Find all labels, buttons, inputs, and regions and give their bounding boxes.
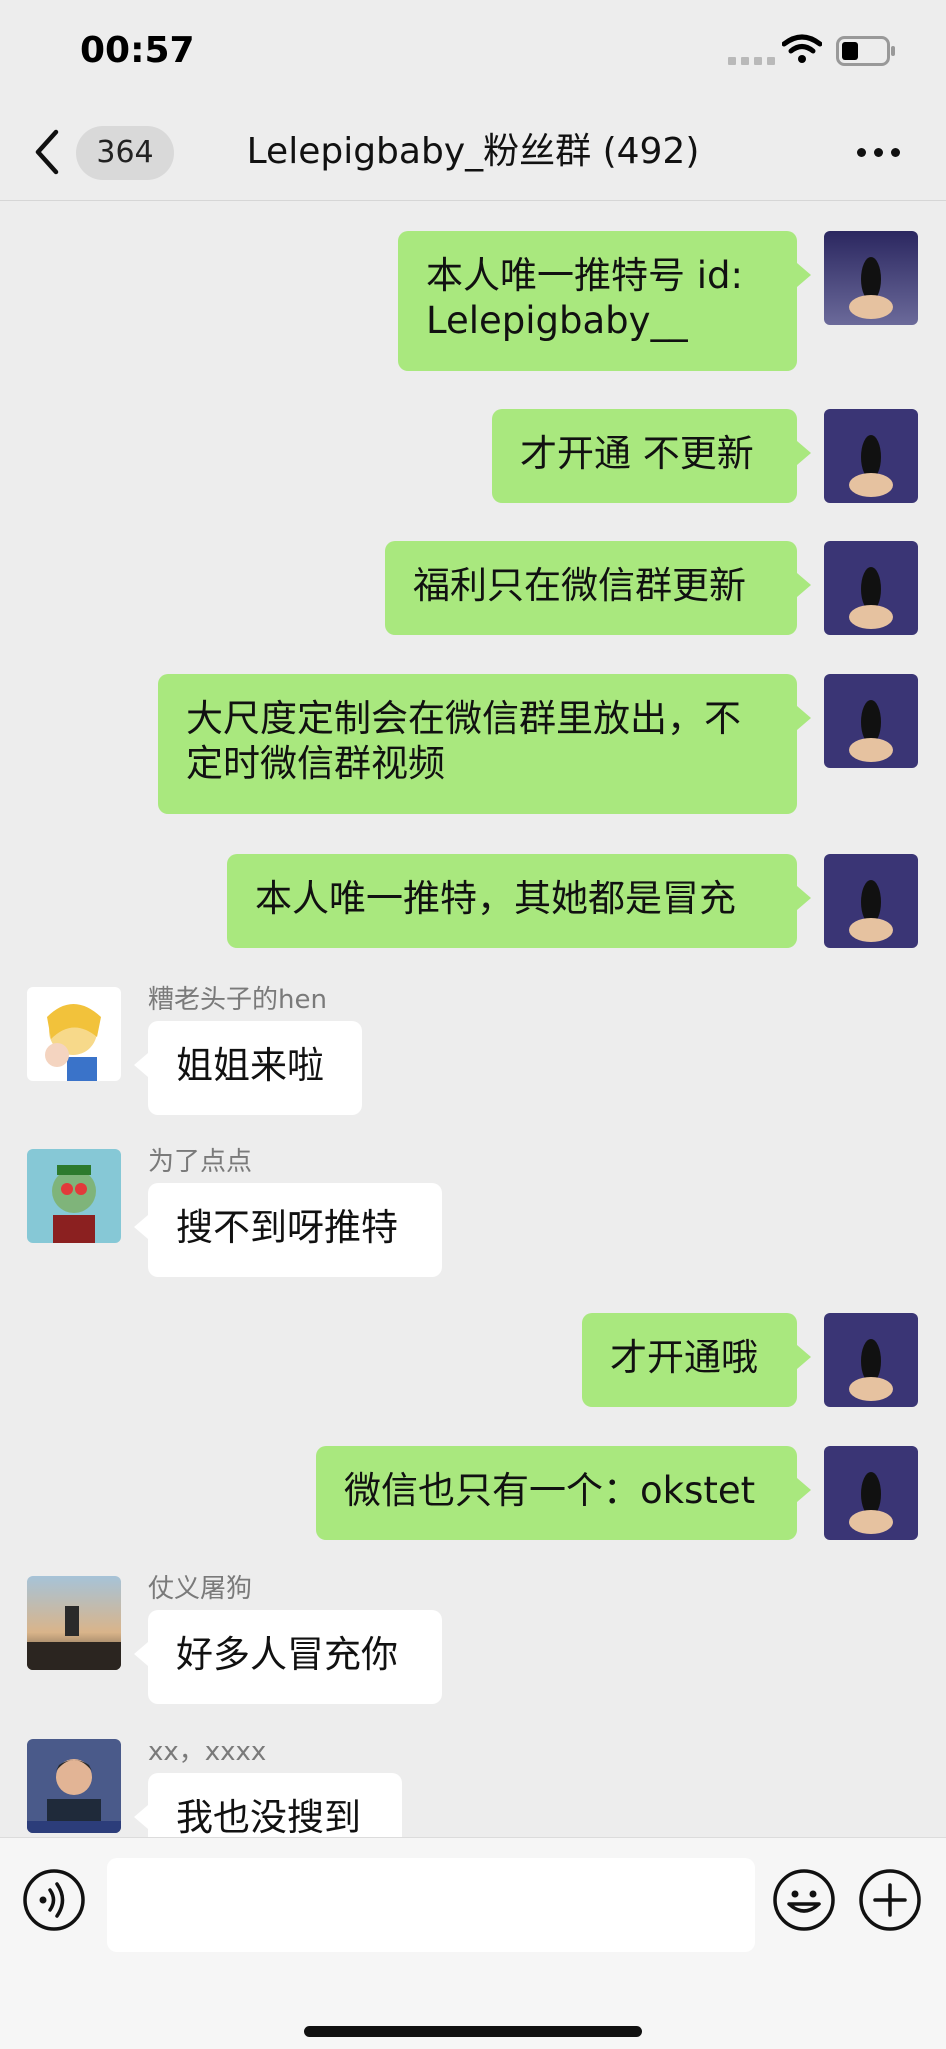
input-bar (0, 1837, 946, 2049)
my-avatar[interactable] (824, 231, 918, 325)
message-bubble[interactable]: 大尺度定制会在微信群里放出，不 定时微信群视频 (158, 674, 811, 814)
my-avatar[interactable] (824, 541, 918, 635)
message-bubble[interactable]: 福利只在微信群更新 (385, 541, 811, 635)
unread-count-badge[interactable]: 364 (76, 126, 174, 180)
sender-name: 仗义屠狗 (148, 1574, 253, 1604)
message-bubble[interactable]: 好多人冒充你 (134, 1610, 442, 1704)
sender-name: xx，xxxx (148, 1737, 267, 1767)
message-bubble[interactable]: 才开通 不更新 (492, 409, 811, 503)
sender-avatar[interactable] (27, 1576, 121, 1670)
my-avatar[interactable] (824, 854, 918, 948)
wifi-icon (782, 34, 822, 63)
message-text: 我也没搜到 (176, 1796, 361, 1837)
message-bubble[interactable]: 本人唯一推特号 id: Lelepigbaby__ (398, 231, 811, 371)
more-icon[interactable] (857, 148, 900, 157)
cellular-signal-icon (728, 57, 775, 65)
message-bubble[interactable]: 我也没搜到 (134, 1773, 402, 1837)
message-bubble[interactable]: 才开通哦 (582, 1313, 811, 1407)
message-text: 福利只在微信群更新 (413, 564, 746, 607)
message-text: 才开通 不更新 (520, 432, 754, 475)
message-input[interactable] (107, 1858, 755, 1952)
my-avatar[interactable] (824, 409, 918, 503)
my-avatar[interactable] (824, 1446, 918, 1540)
message-bubble[interactable]: 搜不到呀推特 (134, 1183, 442, 1277)
message-text: 搜不到呀推特 (176, 1206, 398, 1249)
message-bubble[interactable]: 微信也只有一个：okstet (316, 1446, 811, 1540)
battery-icon (836, 36, 895, 66)
chat-title: Lelepigbaby_粉丝群 (492) (246, 131, 700, 172)
message-text: 姐姐来啦 (176, 1044, 324, 1087)
chevron-left-icon[interactable] (32, 128, 62, 176)
message-text: 本人唯一推特，其她都是冒充 (255, 877, 736, 920)
message-text: 微信也只有一个：okstet (344, 1469, 756, 1512)
sender-name: 糟老头子的hen (148, 985, 327, 1015)
sender-name: 为了点点 (148, 1147, 253, 1177)
message-text: 本人唯一推特号 id: Lelepigbaby__ (426, 254, 743, 342)
message-text: 好多人冒充你 (176, 1633, 398, 1676)
chat-header: 364 Lelepigbaby_粉丝群 (492) (0, 104, 946, 201)
message-bubble[interactable]: 姐姐来啦 (134, 1021, 362, 1115)
message-list[interactable]: 本人唯一推特号 id: Lelepigbaby__ 才开通 不更新 福利只在微信群… (0, 201, 946, 1837)
status-bar: 00:57 (0, 0, 946, 104)
status-time: 00:57 (80, 30, 195, 71)
sender-avatar[interactable] (27, 1739, 121, 1833)
emoji-icon[interactable] (772, 1868, 836, 1932)
home-indicator (304, 2026, 642, 2037)
sender-avatar[interactable] (27, 1149, 121, 1243)
message-bubble[interactable]: 本人唯一推特，其她都是冒充 (227, 854, 811, 948)
voice-icon[interactable] (22, 1868, 86, 1932)
plus-icon[interactable] (858, 1868, 922, 1932)
message-text: 大尺度定制会在微信群里放出，不 定时微信群视频 (186, 697, 741, 785)
my-avatar[interactable] (824, 1313, 918, 1407)
message-text: 才开通哦 (610, 1336, 758, 1379)
sender-avatar[interactable] (27, 987, 121, 1081)
my-avatar[interactable] (824, 674, 918, 768)
